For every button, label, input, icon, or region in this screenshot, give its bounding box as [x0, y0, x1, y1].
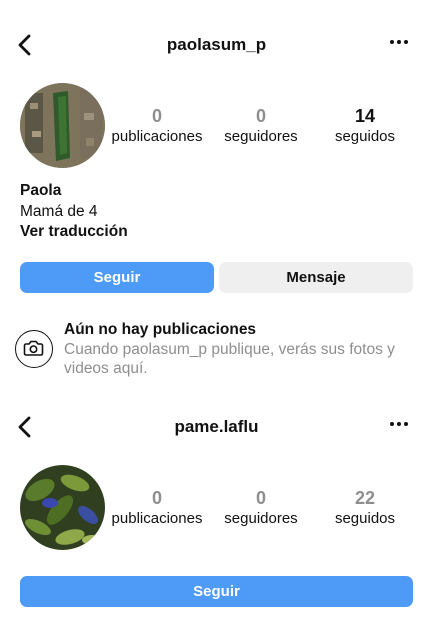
stat-value: 0 — [151, 106, 162, 126]
empty-state-subtitle: Cuando paolasum_p publique, verás sus fo… — [64, 341, 395, 377]
stat-label: publicaciones — [111, 128, 203, 145]
stat-label: seguidos — [334, 128, 396, 145]
stat-value: 0 — [255, 106, 266, 126]
follow-button[interactable]: Seguir — [20, 262, 214, 293]
more-horizontal-icon[interactable] — [389, 39, 409, 45]
follow-button[interactable]: Seguir — [20, 576, 413, 607]
profile-header: paolasum_p — [0, 30, 433, 60]
stat-value: 0 — [255, 488, 266, 508]
stat-label: seguidores — [224, 510, 298, 527]
empty-state-title: Aún no hay publicaciones — [64, 321, 257, 338]
stat-followers[interactable]: 0 seguidores — [206, 487, 316, 529]
stat-label: publicaciones — [111, 510, 203, 527]
profile-header: pame.laflu — [0, 412, 433, 442]
translate-link[interactable]: Ver traducción — [20, 222, 128, 243]
stat-following[interactable]: 14 seguidos — [310, 105, 420, 147]
more-horizontal-icon[interactable] — [389, 421, 409, 427]
stat-value: 14 — [354, 106, 376, 126]
avatar[interactable] — [20, 465, 105, 550]
stat-followers[interactable]: 0 seguidores — [206, 105, 316, 147]
stat-label: seguidos — [334, 510, 396, 527]
profile-username: paolasum_p — [166, 35, 267, 54]
message-button[interactable]: Mensaje — [219, 262, 413, 293]
stat-posts: 0 publicaciones — [102, 487, 212, 529]
profile-name: Paola — [20, 182, 62, 199]
stat-value: 22 — [354, 488, 376, 508]
stat-label: seguidores — [224, 128, 298, 145]
stat-posts: 0 publicaciones — [102, 105, 212, 147]
bio-text: Mamá de 4 — [20, 202, 98, 220]
camera-icon — [15, 330, 53, 368]
stat-value: 0 — [151, 488, 162, 508]
avatar[interactable] — [20, 83, 105, 168]
profile-bio: Paola Mamá de 4 Ver traducción — [20, 181, 128, 243]
stat-following[interactable]: 22 seguidos — [310, 487, 420, 529]
profile-username: pame.laflu — [174, 417, 259, 436]
